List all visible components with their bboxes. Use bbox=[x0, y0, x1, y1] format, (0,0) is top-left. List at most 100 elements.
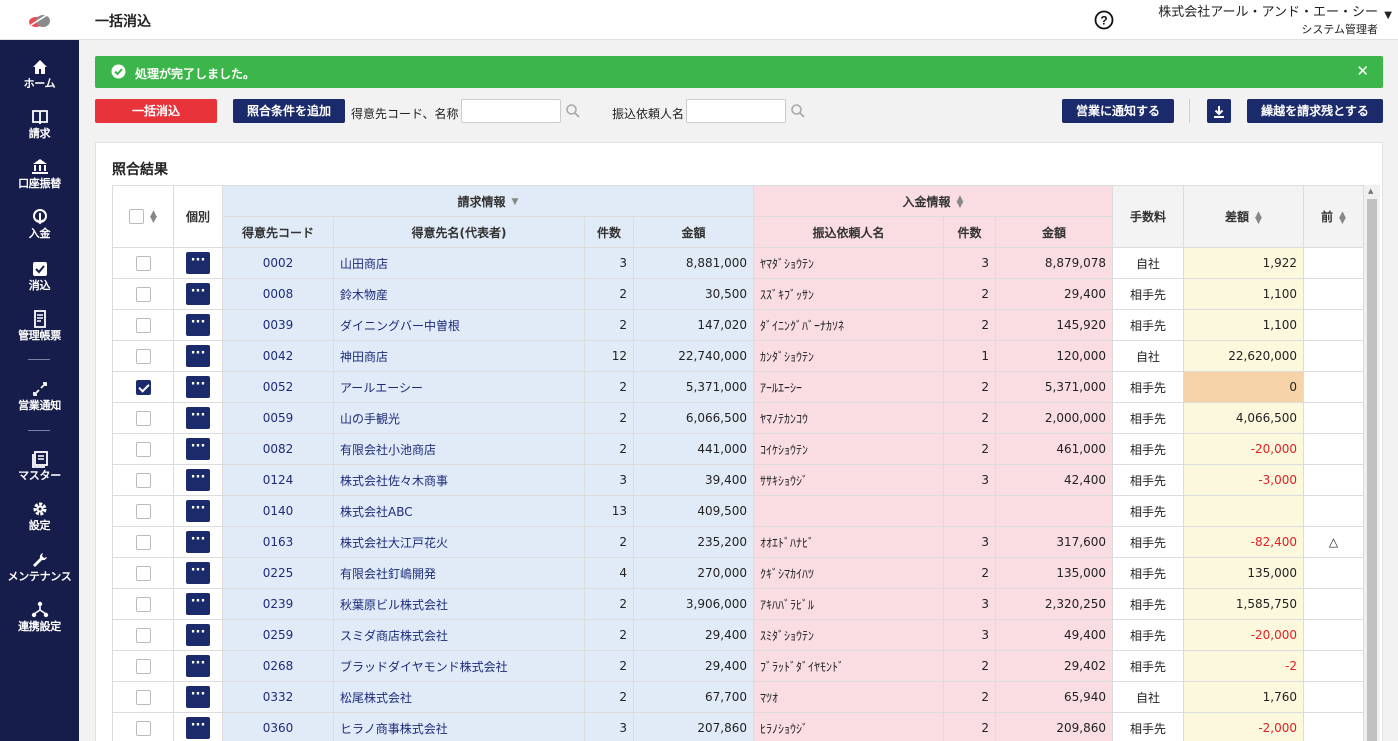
customer-name[interactable]: 山田商店 bbox=[333, 247, 585, 279]
customer-name[interactable]: 株式会社佐々木商事 bbox=[333, 464, 585, 496]
sidebar-item-reports[interactable]: 管理帳票 bbox=[0, 310, 79, 343]
customer-code[interactable]: 0225 bbox=[222, 557, 334, 589]
row-checkbox[interactable] bbox=[135, 441, 151, 457]
row-detail-button[interactable]: ··· bbox=[186, 624, 210, 646]
customer-code[interactable]: 0059 bbox=[222, 402, 334, 434]
row-checkbox[interactable] bbox=[135, 720, 151, 736]
sort-icon[interactable]: ▲ ▼ bbox=[1255, 210, 1262, 225]
customer-name[interactable]: 山の手観光 bbox=[333, 402, 585, 434]
row-checkbox[interactable] bbox=[135, 503, 151, 519]
row-detail-button[interactable]: ··· bbox=[186, 345, 210, 367]
search-icon[interactable] bbox=[790, 103, 806, 119]
row-checkbox[interactable] bbox=[135, 689, 151, 705]
row-detail-button[interactable]: ··· bbox=[186, 314, 210, 336]
row-detail-button[interactable]: ··· bbox=[186, 252, 210, 274]
sort-down-icon[interactable]: ▼ bbox=[512, 198, 519, 207]
customer-code[interactable]: 0259 bbox=[222, 619, 334, 651]
logo[interactable] bbox=[0, 0, 79, 40]
customer-code[interactable]: 0124 bbox=[222, 464, 334, 496]
customer-name[interactable]: 株式会社大江戸花火 bbox=[333, 526, 585, 558]
customer-code[interactable]: 0082 bbox=[222, 433, 334, 465]
customer-name[interactable]: アールエーシー bbox=[333, 371, 585, 403]
customer-name[interactable]: 鈴木物産 bbox=[333, 278, 585, 310]
sidebar-item-integration[interactable]: 連携設定 bbox=[0, 601, 79, 634]
account-dropdown-icon[interactable]: ▼ bbox=[1384, 10, 1392, 21]
row-detail-button[interactable]: ··· bbox=[186, 438, 210, 460]
customer-name[interactable]: 松尾株式会社 bbox=[333, 681, 585, 713]
row-checkbox[interactable] bbox=[135, 348, 151, 364]
sidebar-item-home[interactable]: ホーム bbox=[0, 58, 79, 91]
row-checkbox[interactable] bbox=[135, 379, 151, 395]
customer-code[interactable]: 0042 bbox=[222, 340, 334, 372]
row-checkbox[interactable] bbox=[135, 317, 151, 333]
billing-info-header[interactable]: 請求情報 ▼ bbox=[222, 185, 754, 217]
customer-code[interactable]: 0039 bbox=[222, 309, 334, 341]
customer-name[interactable]: ダイニングバー中曽根 bbox=[333, 309, 585, 341]
diff-header[interactable]: 差額 ▲ ▼ bbox=[1183, 185, 1304, 248]
scrollbar-thumb[interactable] bbox=[1367, 199, 1377, 741]
customer-name[interactable]: ヒラノ商事株式会社 bbox=[333, 712, 585, 741]
customer-code[interactable]: 0360 bbox=[222, 712, 334, 741]
row-detail-button[interactable]: ··· bbox=[186, 686, 210, 708]
row-detail-button[interactable]: ··· bbox=[186, 376, 210, 398]
vertical-scrollbar[interactable]: ▲ bbox=[1364, 185, 1380, 741]
row-checkbox[interactable] bbox=[135, 565, 151, 581]
deposit-info-header[interactable]: 入金情報 ▲ ▼ bbox=[753, 185, 1113, 217]
scroll-up-icon[interactable]: ▲ bbox=[1368, 187, 1373, 195]
sidebar-item-maintenance[interactable]: メンテナンス bbox=[0, 551, 79, 584]
bulk-reconcile-button[interactable]: 一括消込 bbox=[95, 99, 217, 123]
customer-code[interactable]: 0163 bbox=[222, 526, 334, 558]
row-detail-button[interactable]: ··· bbox=[186, 562, 210, 584]
customer-code[interactable]: 0002 bbox=[222, 247, 334, 279]
search-icon[interactable] bbox=[565, 103, 581, 119]
row-detail-button[interactable]: ··· bbox=[186, 717, 210, 739]
row-detail-button[interactable]: ··· bbox=[186, 500, 210, 522]
row-detail-button[interactable]: ··· bbox=[186, 469, 210, 491]
sidebar-item-settings[interactable]: 設定 bbox=[0, 500, 79, 533]
sort-icon[interactable]: ▲ ▼ bbox=[1339, 210, 1346, 225]
sidebar-item-billing[interactable]: 請求 bbox=[0, 108, 79, 141]
customer-code[interactable]: 0008 bbox=[222, 278, 334, 310]
close-icon[interactable]: ✕ bbox=[1356, 62, 1369, 80]
customer-name[interactable]: 株式会社ABC bbox=[333, 495, 585, 527]
customer-code[interactable]: 0052 bbox=[222, 371, 334, 403]
row-checkbox[interactable] bbox=[135, 286, 151, 302]
customer-code[interactable]: 0268 bbox=[222, 650, 334, 682]
sidebar-item-master[interactable]: マスター bbox=[0, 450, 79, 483]
download-button[interactable] bbox=[1207, 99, 1231, 123]
row-checkbox[interactable] bbox=[135, 534, 151, 550]
customer-name[interactable]: 有限会社小池商店 bbox=[333, 433, 585, 465]
customer-code[interactable]: 0332 bbox=[222, 681, 334, 713]
row-checkbox[interactable] bbox=[135, 410, 151, 426]
prev-header[interactable]: 前 ▲ ▼ bbox=[1303, 185, 1364, 248]
customer-code[interactable]: 0239 bbox=[222, 588, 334, 620]
customer-name[interactable]: ブラッドダイヤモンド株式会社 bbox=[333, 650, 585, 682]
help-icon[interactable]: ? bbox=[1094, 10, 1114, 30]
row-checkbox[interactable] bbox=[135, 658, 151, 674]
row-detail-button[interactable]: ··· bbox=[186, 593, 210, 615]
sidebar-item-reconcile[interactable]: 消込 bbox=[0, 260, 79, 293]
sort-icon[interactable]: ▲ ▼ bbox=[957, 195, 964, 210]
row-detail-button[interactable]: ··· bbox=[186, 283, 210, 305]
customer-name[interactable]: 有限会社釘嶋開発 bbox=[333, 557, 585, 589]
carry-over-button[interactable]: 繰越を請求残とする bbox=[1247, 99, 1383, 123]
row-checkbox[interactable] bbox=[135, 627, 151, 643]
add-match-condition-button[interactable]: 照合条件を追加 bbox=[233, 99, 345, 123]
row-detail-button[interactable]: ··· bbox=[186, 407, 210, 429]
row-detail-button[interactable]: ··· bbox=[186, 655, 210, 677]
payer-search-input[interactable] bbox=[686, 99, 786, 123]
row-checkbox[interactable] bbox=[135, 596, 151, 612]
customer-name[interactable]: 秋葉原ビル株式会社 bbox=[333, 588, 585, 620]
company-name[interactable]: 株式会社アール・アンド・エー・シー bbox=[1158, 5, 1378, 20]
sort-icon[interactable]: ▲ ▼ bbox=[150, 209, 157, 224]
select-all-checkbox[interactable] bbox=[129, 209, 145, 224]
customer-name[interactable]: スミダ商店株式会社 bbox=[333, 619, 585, 651]
row-checkbox[interactable] bbox=[135, 472, 151, 488]
row-checkbox[interactable] bbox=[135, 255, 151, 271]
notify-sales-button[interactable]: 営業に通知する bbox=[1062, 99, 1174, 123]
row-detail-button[interactable]: ··· bbox=[186, 531, 210, 553]
customer-code[interactable]: 0140 bbox=[222, 495, 334, 527]
sidebar-item-sales-notice[interactable]: 営業通知 bbox=[0, 380, 79, 413]
sidebar-item-account-transfer[interactable]: 口座振替 bbox=[0, 158, 79, 191]
customer-name[interactable]: 神田商店 bbox=[333, 340, 585, 372]
